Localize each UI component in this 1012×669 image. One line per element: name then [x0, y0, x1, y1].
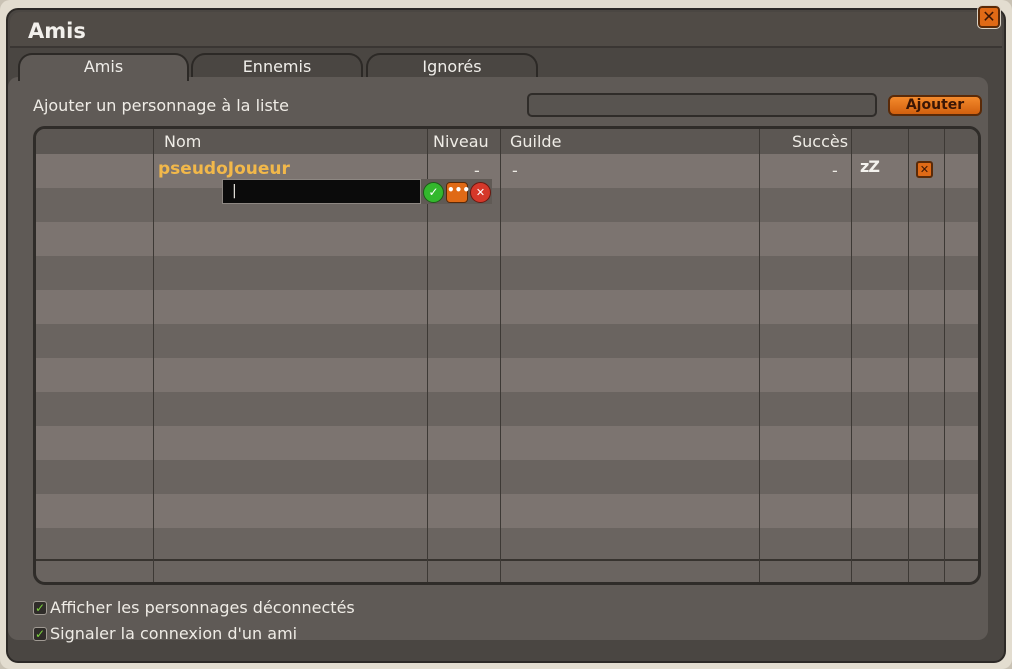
table-row [36, 222, 978, 256]
table-footer-divider [36, 559, 978, 561]
table-row [36, 358, 978, 392]
notify-connection-checkbox[interactable]: ✓ [33, 627, 47, 641]
column-divider [908, 129, 909, 582]
column-header-succes[interactable]: Succès [792, 132, 848, 151]
table-row [36, 426, 978, 460]
sleep-icon: zZ [860, 157, 880, 176]
table-row [36, 290, 978, 324]
note-input[interactable]: | [222, 179, 421, 204]
friends-table: Nom Niveau Guilde Succès [33, 126, 981, 585]
tab-label: Amis [83, 57, 124, 76]
check-icon: ✓ [428, 185, 439, 199]
title-bar[interactable]: Amis [10, 12, 1002, 48]
ellipsis-icon: ••• [447, 183, 471, 197]
add-button[interactable]: Ajouter [888, 95, 982, 116]
friend-achievements: - [832, 161, 838, 180]
more-options-button[interactable]: ••• [446, 182, 471, 203]
window-title: Amis [28, 19, 86, 43]
show-offline-label[interactable]: Afficher les personnages déconnectés [50, 598, 355, 617]
column-divider [851, 129, 852, 582]
table-row [36, 188, 978, 222]
close-icon: ✕ [982, 7, 996, 26]
notify-connection-label[interactable]: Signaler la connexion d'un ami [50, 624, 297, 643]
confirm-button[interactable]: ✓ [423, 182, 444, 203]
close-window-button[interactable]: ✕ [977, 5, 1001, 29]
cancel-button[interactable]: ✕ [470, 182, 491, 203]
column-divider [759, 129, 760, 582]
table-row [36, 324, 978, 358]
add-character-label: Ajouter un personnage à la liste [33, 96, 289, 115]
show-offline-checkbox[interactable]: ✓ [33, 601, 47, 615]
friend-name[interactable]: pseudoJoueur [158, 159, 290, 179]
table-row [36, 392, 978, 426]
table-row [36, 256, 978, 290]
tab-amis[interactable]: Amis [18, 53, 189, 81]
column-header-niveau[interactable]: Niveau [433, 132, 489, 151]
table-row [36, 528, 978, 559]
column-divider [500, 129, 501, 582]
column-divider [153, 129, 154, 582]
table-header: Nom Niveau Guilde Succès [36, 129, 978, 156]
close-icon: ✕ [919, 163, 930, 176]
column-header-guilde[interactable]: Guilde [510, 132, 561, 151]
check-icon: ✓ [34, 627, 46, 641]
tab-label: Ennemis [242, 57, 312, 76]
friends-window: Amis ✕ Amis Ennemis Ignorés Ajouter un p… [0, 0, 1012, 669]
remove-friend-button[interactable]: ✕ [916, 161, 933, 178]
inline-edit-popup: | ✓ ••• ✕ [222, 179, 492, 204]
add-character-input[interactable] [527, 93, 877, 117]
table-row [36, 494, 978, 528]
column-divider [944, 129, 945, 582]
close-icon: ✕ [475, 186, 486, 199]
tab-label: Ignorés [422, 57, 482, 76]
table-row [36, 460, 978, 494]
friend-level: - [474, 161, 480, 180]
friend-guild: - [512, 161, 518, 180]
column-header-nom[interactable]: Nom [164, 132, 201, 151]
check-icon: ✓ [34, 601, 46, 615]
